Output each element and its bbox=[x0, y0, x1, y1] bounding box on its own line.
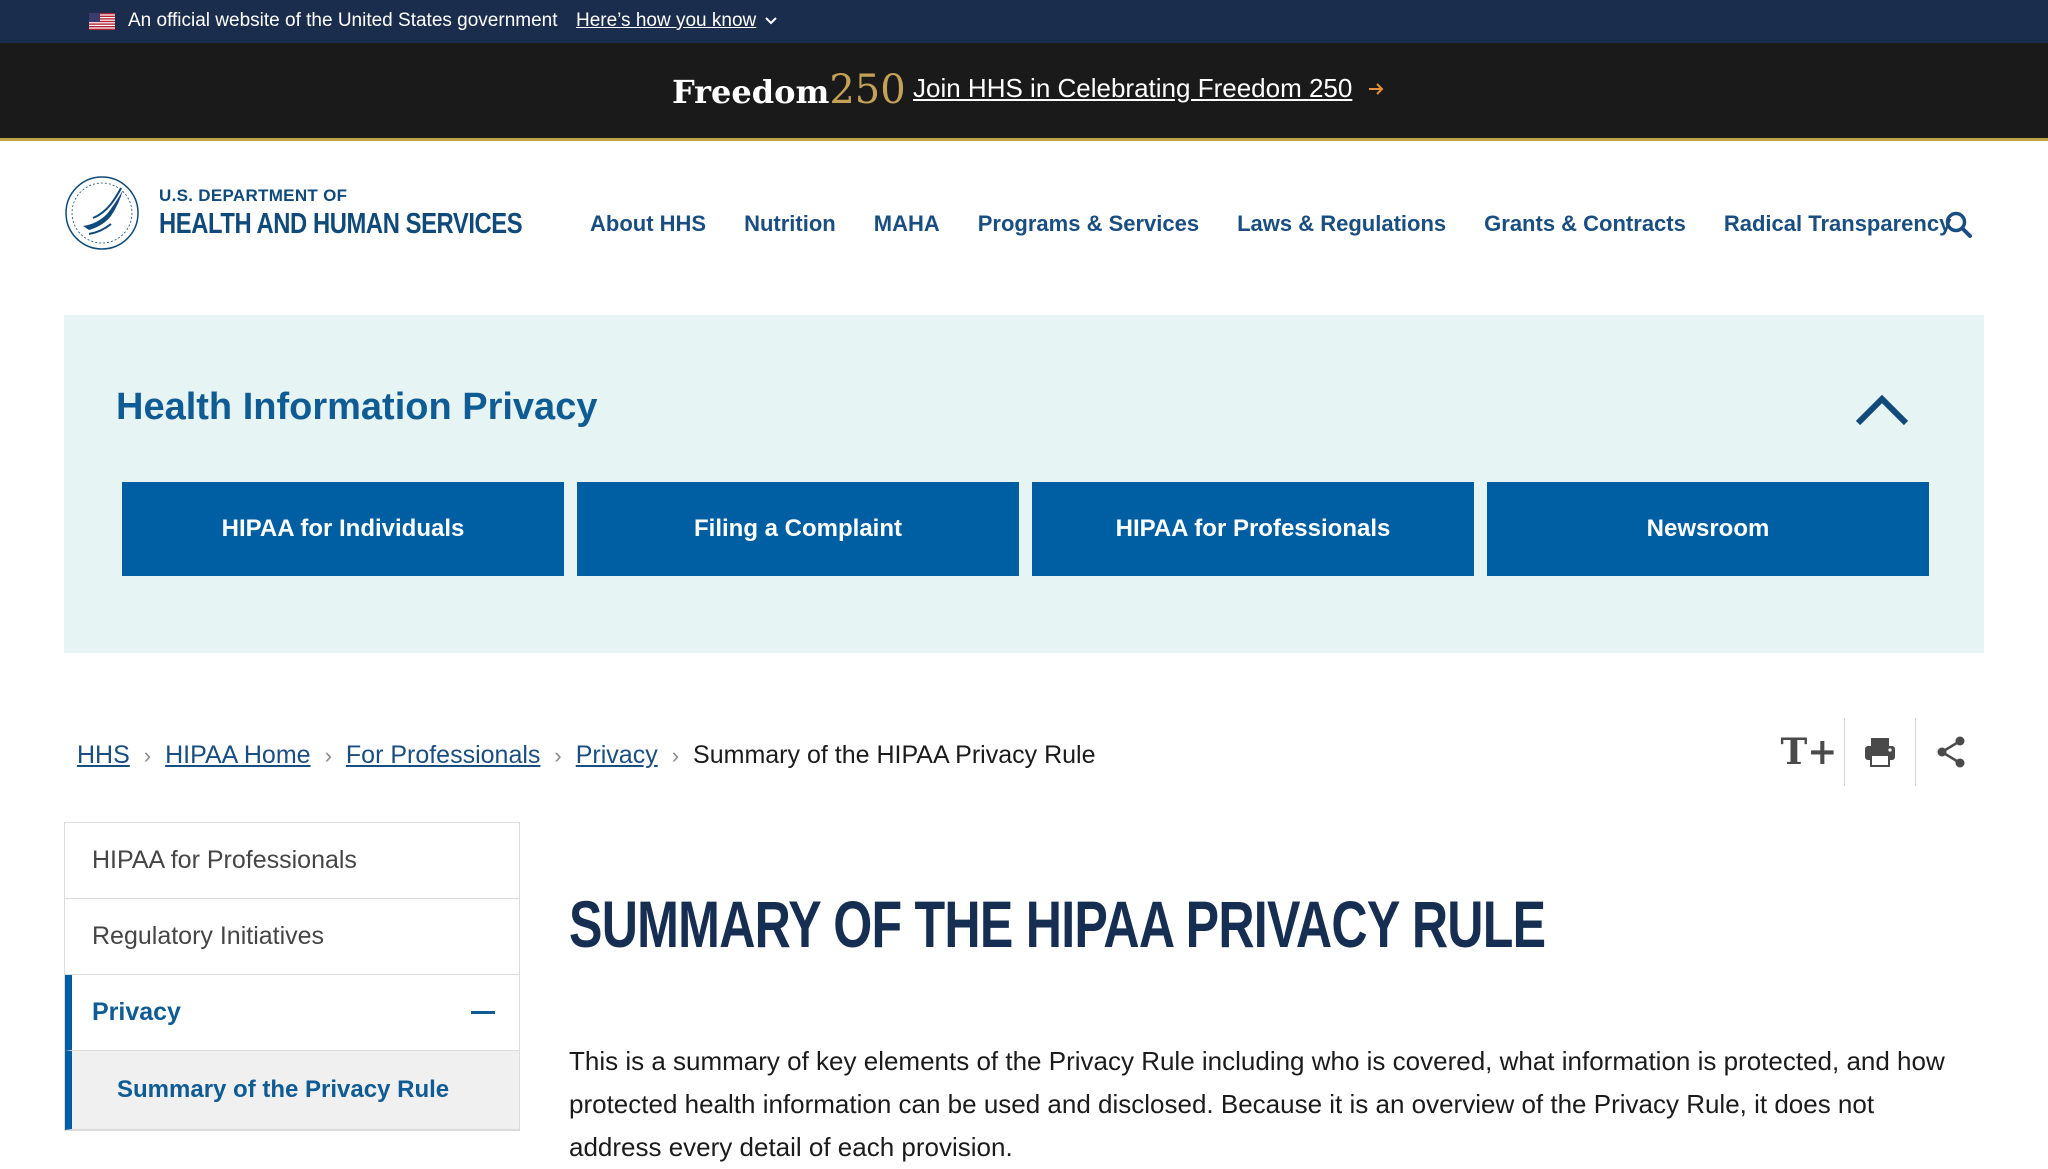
breadcrumb: HHS › HIPAA Home › For Professionals › P… bbox=[77, 741, 1096, 770]
nav-radical-transparency[interactable]: Radical Transparency bbox=[1724, 211, 1951, 237]
freedom-logo-word: Freedom bbox=[672, 73, 830, 111]
freedom-250-logo[interactable]: Freedom250 bbox=[672, 67, 906, 113]
arrow-right-icon bbox=[1369, 82, 1384, 95]
share-button[interactable] bbox=[1915, 718, 1986, 786]
collapse-minus-icon[interactable] bbox=[471, 1011, 495, 1014]
dept-name: HEALTH AND HUMAN SERVICES bbox=[159, 207, 523, 240]
gov-banner: An official website of the United States… bbox=[0, 0, 2048, 43]
sidenav-privacy-label: Privacy bbox=[92, 998, 181, 1026]
sidenav-regulatory-initiatives[interactable]: Regulatory Initiatives bbox=[65, 899, 519, 975]
text-size-icon: T+ bbox=[1780, 731, 1838, 773]
breadcrumb-hhs[interactable]: HHS bbox=[77, 741, 130, 770]
hhs-logo-text: U.S. DEPARTMENT OF HEALTH AND HUMAN SERV… bbox=[159, 186, 602, 241]
sidenav-summary-privacy-rule[interactable]: Summary of the Privacy Rule bbox=[65, 1051, 519, 1130]
print-icon bbox=[1865, 738, 1895, 767]
chevron-down-icon bbox=[765, 17, 777, 25]
chevron-right-icon: › bbox=[554, 742, 562, 768]
text-size-button[interactable]: T+ bbox=[1774, 718, 1844, 786]
site-header: U.S. DEPARTMENT OF HEALTH AND HUMAN SERV… bbox=[0, 141, 2048, 313]
page-title: SUMMARY OF THE HIPAA PRIVACY RULE bbox=[569, 887, 1546, 961]
chevron-right-icon: › bbox=[143, 742, 152, 768]
filing-a-complaint-button[interactable]: Filing a Complaint bbox=[577, 482, 1019, 576]
nav-grants-contracts[interactable]: Grants & Contracts bbox=[1484, 211, 1686, 237]
hip-buttons: HIPAA for Individuals Filing a Complaint… bbox=[122, 482, 1929, 576]
chevron-right-icon: › bbox=[324, 742, 332, 768]
breadcrumb-hipaa-home[interactable]: HIPAA Home bbox=[165, 741, 310, 770]
hhs-seal-icon bbox=[65, 176, 139, 250]
main-nav: About HHS Nutrition MAHA Programs & Serv… bbox=[590, 211, 1951, 237]
how-you-know-link[interactable]: Here’s how you know bbox=[576, 10, 778, 32]
freedom-250-link[interactable]: Join HHS in Celebrating Freedom 250 bbox=[913, 73, 1386, 104]
breadcrumb-for-professionals[interactable]: For Professionals bbox=[346, 741, 541, 770]
breadcrumb-current: Summary of the HIPAA Privacy Rule bbox=[693, 741, 1096, 769]
print-button[interactable] bbox=[1844, 718, 1915, 786]
share-icon bbox=[1937, 736, 1965, 768]
nav-programs-services[interactable]: Programs & Services bbox=[978, 211, 1199, 237]
how-you-know-label: Here’s how you know bbox=[576, 10, 757, 31]
freedom-logo-number: 250 bbox=[829, 67, 906, 113]
us-flag-icon bbox=[89, 13, 115, 30]
sidenav-privacy[interactable]: Privacy bbox=[65, 975, 519, 1051]
hip-title: Health Information Privacy bbox=[116, 386, 598, 428]
official-website-text: An official website of the United States… bbox=[128, 10, 558, 31]
chevron-up-icon[interactable] bbox=[1854, 391, 1910, 427]
hhs-logo[interactable]: U.S. DEPARTMENT OF HEALTH AND HUMAN SERV… bbox=[63, 174, 602, 252]
nav-nutrition[interactable]: Nutrition bbox=[744, 211, 836, 237]
intro-paragraph: This is a summary of key elements of the… bbox=[569, 1046, 1945, 1162]
page-tools: T+ bbox=[1774, 718, 1986, 786]
nav-maha[interactable]: MAHA bbox=[874, 211, 940, 237]
chevron-right-icon: › bbox=[671, 742, 680, 768]
freedom-250-bar: Freedom250 Join HHS in Celebrating Freed… bbox=[0, 43, 2048, 141]
newsroom-button[interactable]: Newsroom bbox=[1487, 482, 1929, 576]
freedom-link-label: Join HHS in Celebrating Freedom 250 bbox=[913, 73, 1353, 103]
health-information-privacy-panel: Health Information Privacy HIPAA for Ind… bbox=[64, 315, 1984, 653]
breadcrumb-privacy[interactable]: Privacy bbox=[576, 741, 658, 770]
hipaa-for-individuals-button[interactable]: HIPAA for Individuals bbox=[122, 482, 564, 576]
side-nav: HIPAA for Professionals Regulatory Initi… bbox=[64, 822, 520, 1131]
nav-laws-regulations[interactable]: Laws & Regulations bbox=[1237, 211, 1446, 237]
nav-about-hhs[interactable]: About HHS bbox=[590, 211, 706, 237]
sidenav-hipaa-for-professionals[interactable]: HIPAA for Professionals bbox=[65, 823, 519, 899]
search-icon[interactable] bbox=[1944, 210, 1974, 240]
dept-line: U.S. DEPARTMENT OF bbox=[159, 185, 348, 205]
hipaa-for-professionals-button[interactable]: HIPAA for Professionals bbox=[1032, 482, 1474, 576]
